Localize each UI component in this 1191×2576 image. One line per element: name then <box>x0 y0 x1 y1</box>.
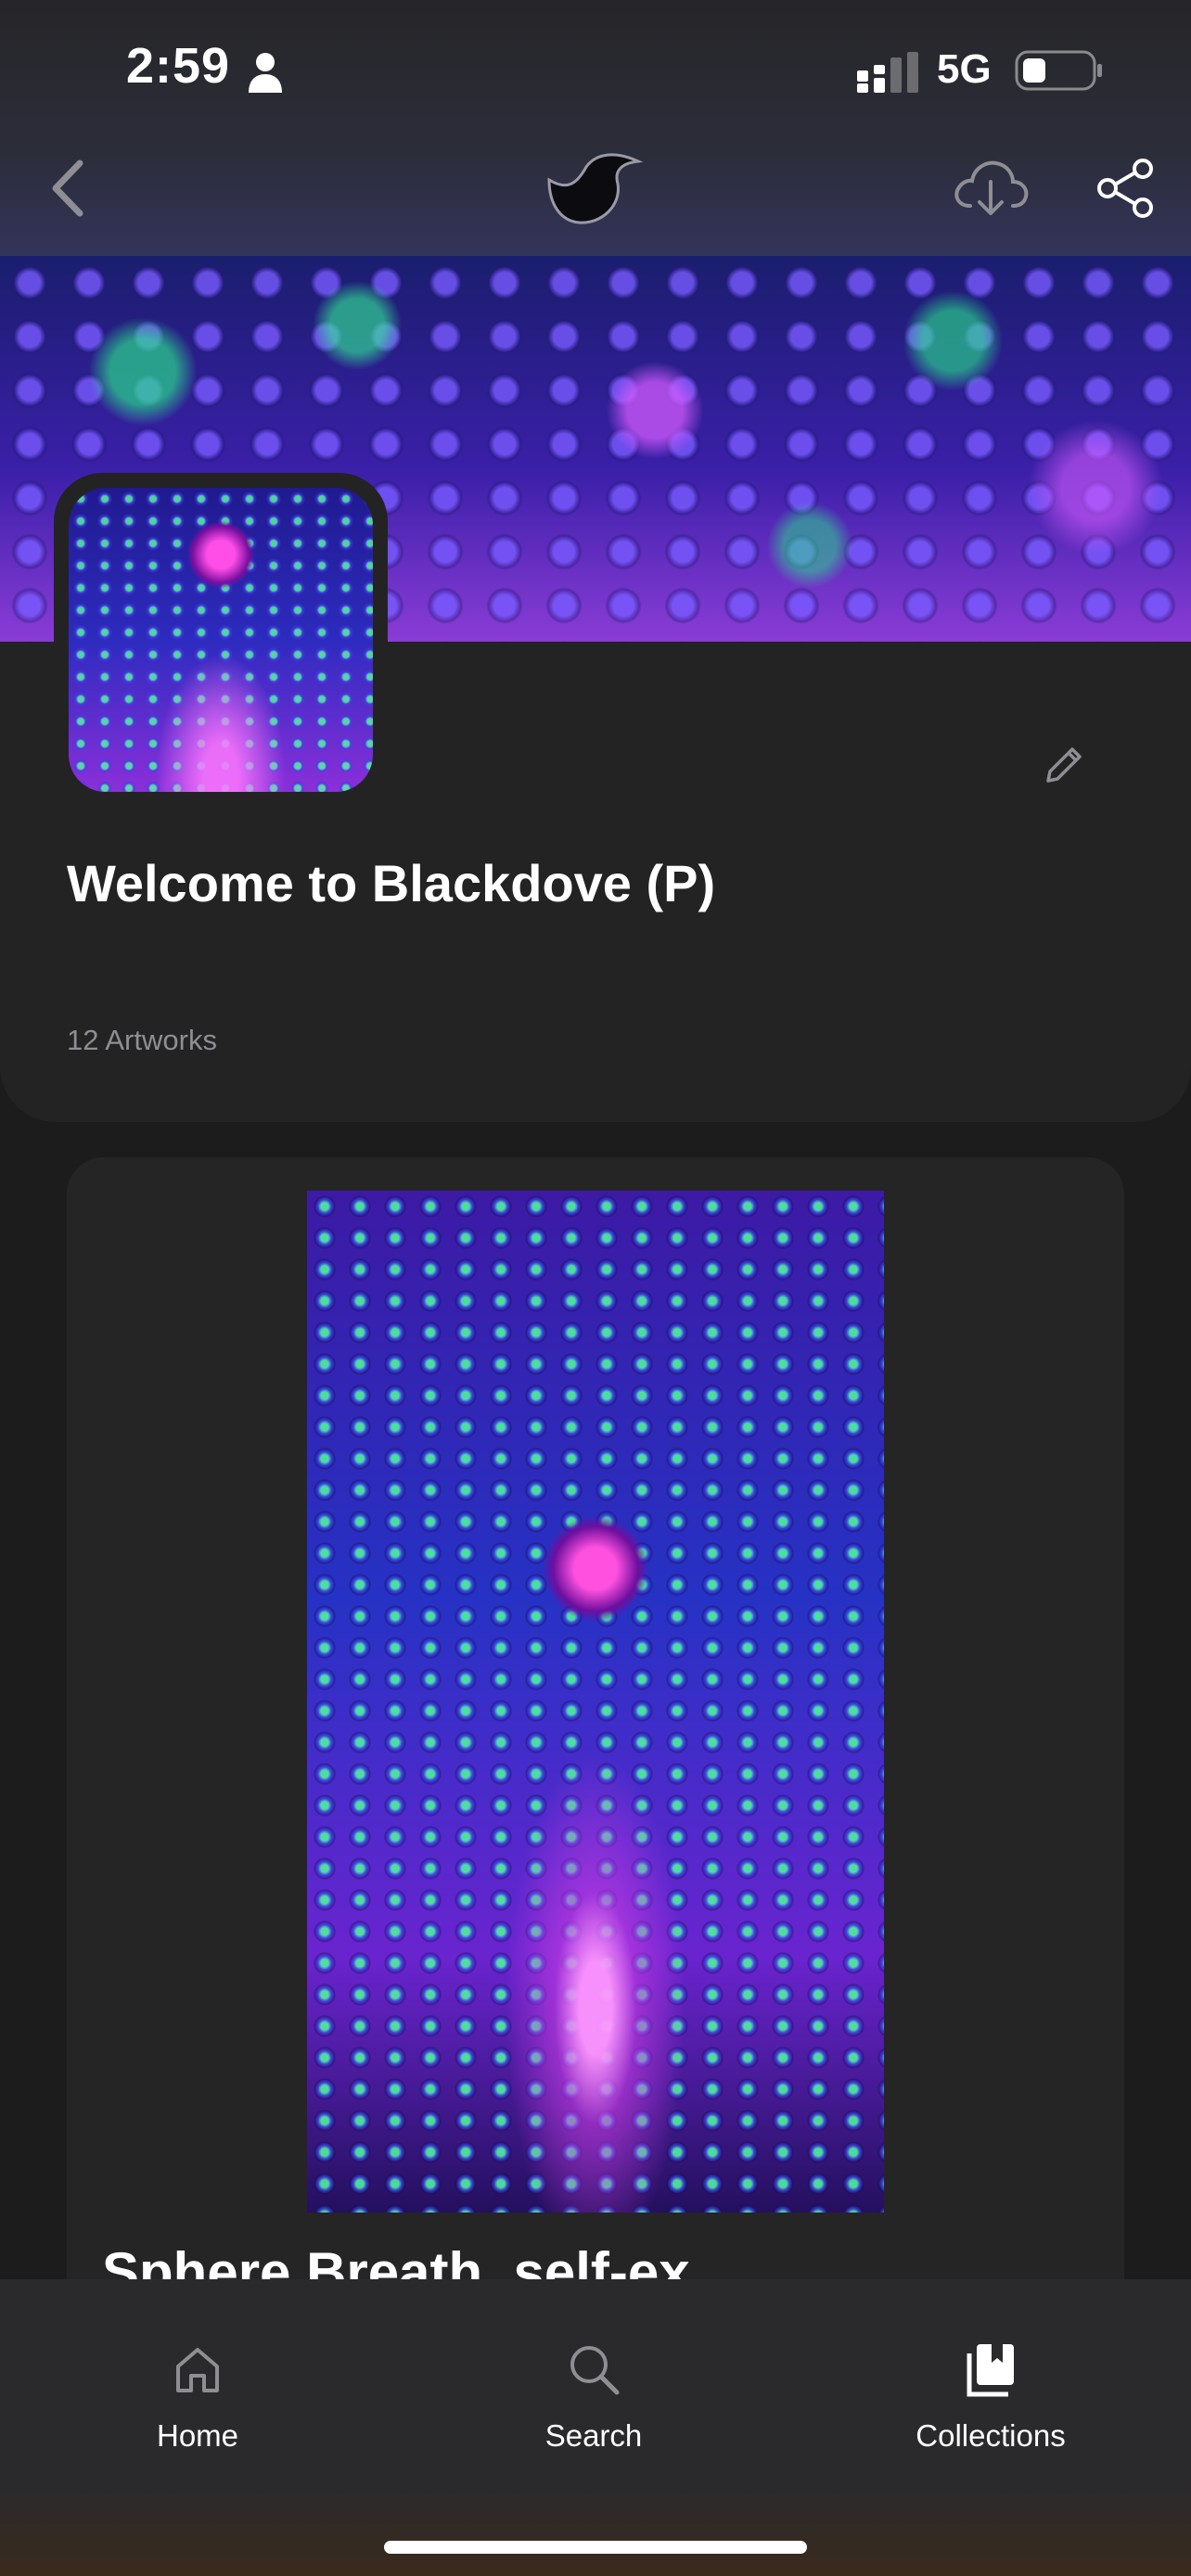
artwork-card[interactable]: Sphere Breath, self-ex <box>67 1157 1124 2363</box>
collection-title: Welcome to Blackdove (P) <box>67 854 716 912</box>
top-bar: 2:59 5G <box>0 0 1191 256</box>
person-icon <box>249 53 282 93</box>
collection-avatar-image <box>69 488 373 792</box>
tab-bar: Home Search Collections <box>0 2279 1191 2576</box>
share-button[interactable] <box>1095 158 1156 219</box>
back-button[interactable] <box>43 156 91 221</box>
signal-icon <box>857 52 918 93</box>
edit-button[interactable] <box>1041 742 1087 788</box>
tab-collections[interactable]: Collections <box>879 2340 1102 2454</box>
tab-search-label: Search <box>544 2418 643 2453</box>
home-indicator[interactable] <box>384 2541 807 2554</box>
network-label: 5G <box>937 46 992 92</box>
artwork-count: 12 Artworks <box>67 1024 217 1056</box>
tab-home-label: Home <box>156 2418 239 2453</box>
tab-home[interactable]: Home <box>86 2340 309 2454</box>
cloud-download-button[interactable] <box>950 154 1031 221</box>
collections-icon <box>967 2344 1014 2397</box>
search-icon <box>570 2346 620 2395</box>
tab-search[interactable]: Search <box>482 2340 705 2454</box>
home-icon <box>176 2348 219 2392</box>
status-time: 2:59 <box>126 38 231 94</box>
collection-screen: 2:59 5G Welcome to Blackdove (P) 12 Artw… <box>0 0 1191 2576</box>
blackdove-logo-icon <box>547 153 644 224</box>
battery-icon <box>1015 50 1102 91</box>
artwork-image[interactable] <box>307 1191 884 2213</box>
collection-avatar <box>54 473 388 807</box>
tab-collections-label: Collections <box>916 2418 1066 2453</box>
